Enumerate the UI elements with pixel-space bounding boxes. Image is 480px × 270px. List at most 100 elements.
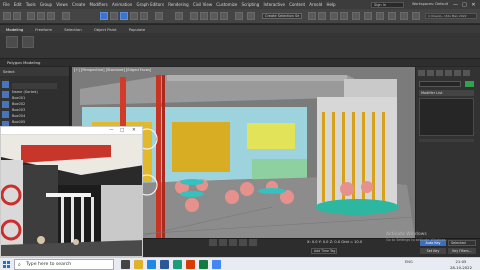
column-header-name[interactable]: Name (Sorted) [12, 90, 38, 94]
list-item[interactable]: Box001 [12, 96, 25, 100]
menu-modifiers[interactable]: Modifiers [90, 0, 108, 9]
video-preview-window[interactable]: — □ ✕ [0, 126, 143, 257]
ribbon-tool-icon[interactable] [6, 36, 18, 48]
spinner-snap-icon[interactable] [220, 12, 228, 20]
align-icon[interactable] [308, 12, 316, 20]
list-item[interactable]: Box002 [12, 102, 25, 106]
select-by-name-icon[interactable] [110, 12, 118, 20]
object-name-field[interactable] [419, 81, 461, 87]
menu-content[interactable]: Content [289, 0, 305, 9]
mirror-icon[interactable] [247, 12, 255, 20]
menu-animation[interactable]: Animation [112, 0, 132, 9]
edit-named-selections-icon[interactable] [235, 12, 243, 20]
key-selection-dropdown[interactable]: Selected [448, 240, 476, 246]
video-close-button[interactable]: ✕ [132, 127, 136, 135]
schematic-view-icon[interactable] [340, 12, 348, 20]
next-frame-icon[interactable] [239, 239, 247, 246]
task-view-icon[interactable] [121, 260, 130, 269]
workspace-selector[interactable]: Workspaces: Default [412, 2, 462, 8]
render-in-cloud-icon[interactable] [400, 12, 408, 20]
undo-icon[interactable] [3, 12, 11, 20]
create-tab-icon[interactable] [418, 70, 425, 76]
pivot-center-icon[interactable] [175, 12, 183, 20]
select-rotate-icon[interactable] [130, 12, 138, 20]
menu-arnold[interactable]: Arnold [309, 0, 322, 9]
menu-graph-editors[interactable]: Graph Editors [137, 0, 164, 9]
system-tray-language[interactable]: ENG [405, 260, 413, 264]
motion-tab-icon[interactable] [445, 70, 452, 76]
filter-shapes-icon[interactable] [1, 91, 9, 98]
goto-start-icon[interactable] [209, 239, 217, 246]
menu-tools[interactable]: Tools [26, 0, 36, 9]
bind-space-warp-icon[interactable] [47, 12, 55, 20]
material-editor-icon[interactable] [352, 12, 360, 20]
word-icon[interactable] [160, 260, 169, 269]
unlink-icon[interactable] [37, 12, 45, 20]
video-maximize-button[interactable]: □ [120, 127, 124, 135]
list-item[interactable]: Box003 [12, 108, 25, 112]
select-object-icon[interactable] [100, 12, 108, 20]
windows-start-icon[interactable] [3, 261, 10, 268]
hierarchy-tab-icon[interactable] [436, 70, 443, 76]
previous-frame-icon[interactable] [219, 239, 227, 246]
viewport-label[interactable]: [+] [Perspective] [Standard] [Edged Face… [74, 68, 151, 72]
link-icon[interactable] [27, 12, 35, 20]
close-button[interactable]: ✕ [469, 2, 478, 8]
scene-explorer-header[interactable]: Select [0, 67, 69, 76]
filter-cameras-icon[interactable] [1, 111, 9, 118]
excel-icon[interactable] [199, 260, 208, 269]
filter-geometry-icon[interactable] [1, 81, 9, 88]
goto-end-icon[interactable] [249, 239, 257, 246]
a360-gallery-icon[interactable] [412, 12, 420, 20]
tab-populate[interactable]: Populate [129, 27, 146, 32]
play-icon[interactable] [229, 239, 237, 246]
tab-modeling[interactable]: Modeling [6, 27, 23, 32]
curve-editor-icon[interactable] [330, 12, 338, 20]
layer-explorer-icon[interactable] [318, 12, 326, 20]
list-item[interactable]: Box005 [12, 120, 25, 124]
utilities-tab-icon[interactable] [463, 70, 470, 76]
project-folder-path[interactable]: C:\Users\...\3ds Max 2022 [425, 13, 477, 19]
add-time-tag-button[interactable]: Add Time Tag [311, 248, 337, 254]
sign-in-dropdown[interactable]: Sign In [371, 2, 404, 8]
rendered-frame-icon[interactable] [376, 12, 384, 20]
chrome-icon[interactable] [212, 260, 221, 269]
menu-views[interactable]: Views [56, 0, 68, 9]
percent-snap-icon[interactable] [210, 12, 218, 20]
modify-tab-icon[interactable] [427, 70, 434, 76]
menu-file[interactable]: File [3, 0, 10, 9]
video-minimize-button[interactable]: — [109, 127, 114, 135]
tab-freeform[interactable]: Freeform [35, 27, 52, 32]
modifier-list-dropdown[interactable]: Modifier List [419, 90, 474, 96]
display-tab-icon[interactable] [454, 70, 461, 76]
render-setup-icon[interactable] [364, 12, 372, 20]
menu-create[interactable]: Create [72, 0, 85, 9]
select-move-icon[interactable] [120, 12, 128, 20]
list-item[interactable]: Box004 [12, 114, 25, 118]
redo-icon[interactable] [13, 12, 21, 20]
select-scale-icon[interactable] [140, 12, 148, 20]
polygon-modeling-bar[interactable]: Polygon Modeling [0, 58, 480, 66]
object-color-swatch[interactable] [465, 81, 474, 87]
key-filters-button[interactable]: Key Filters... [448, 248, 476, 254]
menu-help[interactable]: Help [326, 0, 335, 9]
taskbar-search-box[interactable]: ⌕ Type here to search [14, 259, 114, 270]
app-icon[interactable] [186, 260, 195, 269]
angle-snap-icon[interactable] [200, 12, 208, 20]
menu-interactive[interactable]: Interactive [263, 0, 285, 9]
tab-selection[interactable]: Selection [64, 27, 82, 32]
menu-civil-view[interactable]: Civil View [193, 0, 212, 9]
selection-filter-icon[interactable] [62, 12, 70, 20]
set-key-button[interactable]: Set Key [420, 248, 446, 254]
menu-customize[interactable]: Customize [216, 0, 237, 9]
edge-icon[interactable] [147, 260, 156, 269]
render-production-icon[interactable] [388, 12, 396, 20]
modifier-stack[interactable] [419, 98, 474, 136]
filter-lights-icon[interactable] [1, 101, 9, 108]
selection-set-dropdown[interactable]: Create Selection Se [262, 13, 302, 19]
taskbar-clock[interactable]: 21:05 28-10-2022 [444, 259, 478, 270]
file-explorer-icon[interactable] [134, 260, 143, 269]
menu-group[interactable]: Group [40, 0, 52, 9]
snaps-toggle-icon[interactable] [190, 12, 198, 20]
ribbon-tool-icon[interactable] [22, 36, 34, 48]
